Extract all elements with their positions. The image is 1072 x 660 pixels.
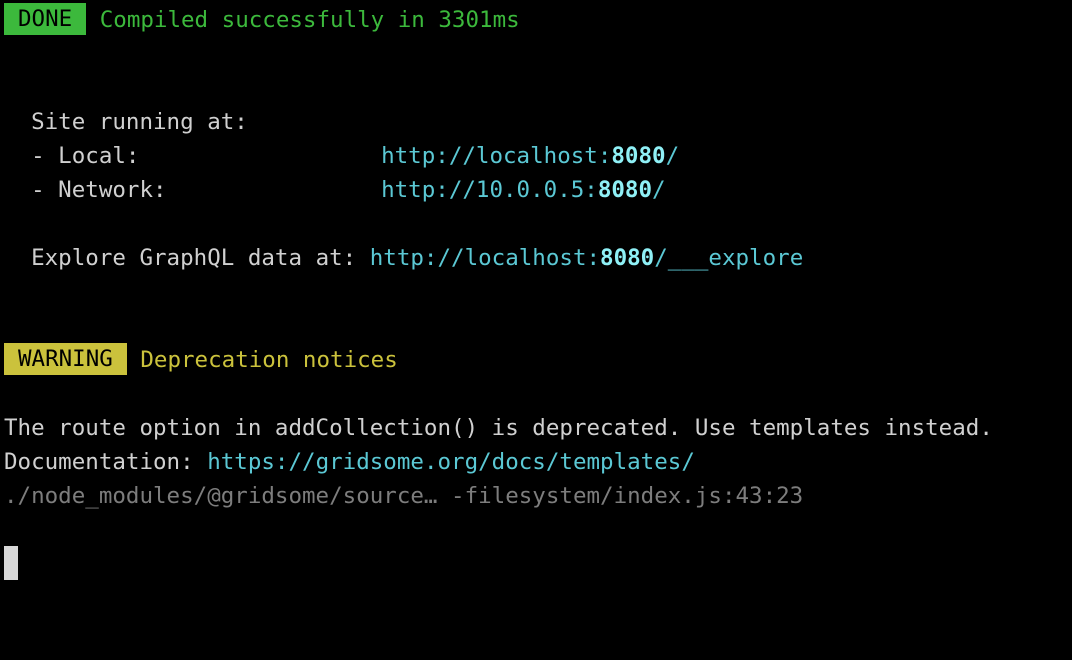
warning-status-line: WARNING Deprecation notices [4, 343, 398, 377]
warning-message: Deprecation notices [140, 347, 398, 373]
compile-message: Compiled successfully in 3301ms [99, 7, 520, 33]
documentation-link[interactable]: https://gridsome.org/docs/templates/ [207, 449, 695, 475]
network-url-port: 8080 [597, 177, 653, 203]
network-url-link[interactable]: http://10.0.0.5:8080/ [381, 177, 665, 203]
site-heading-text: Site running at: [31, 109, 248, 135]
terminal-window[interactable]: DONE Compiled successfully in 3301ms Sit… [0, 0, 1072, 660]
local-url-port: 8080 [611, 143, 666, 169]
deprecation-notice: The route option in addCollection() is d… [4, 415, 993, 441]
documentation-label: Documentation: [4, 449, 194, 475]
explore-url-link[interactable]: http://localhost:8080/___explore [370, 245, 804, 271]
site-running-heading: Site running at: [4, 105, 248, 139]
local-url-suffix: / [665, 143, 680, 169]
explore-label: Explore GraphQL data at: [31, 245, 357, 271]
terminal-cursor [4, 546, 18, 580]
local-label: - Local: [31, 143, 140, 169]
local-url-line: - Local: http://localhost:8080/ [4, 139, 679, 173]
explore-url-suffix: /___explore [654, 245, 804, 271]
explore-graphql-line: Explore GraphQL data at: http://localhos… [4, 241, 803, 275]
local-url-prefix: http://localhost: [381, 143, 612, 169]
compile-status-line: DONE Compiled successfully in 3301ms [4, 3, 520, 37]
explore-url-port: 8080 [600, 245, 655, 271]
network-url-prefix: http://10.0.0.5: [381, 177, 598, 203]
network-label: - Network: [31, 177, 167, 203]
done-badge: DONE [4, 3, 87, 35]
explore-url-prefix: http://localhost: [369, 245, 601, 271]
network-url-line: - Network: http://10.0.0.5:8080/ [4, 173, 665, 207]
network-url-suffix: / [652, 177, 666, 203]
local-url-link[interactable]: http://localhost:8080/ [381, 143, 679, 169]
warning-badge: WARNING [4, 343, 127, 375]
documentation-line: Documentation: https://gridsome.org/docs… [4, 445, 695, 479]
stack-trace-line[interactable]: ./node_modules/@gridsome/source… -filesy… [4, 479, 803, 513]
